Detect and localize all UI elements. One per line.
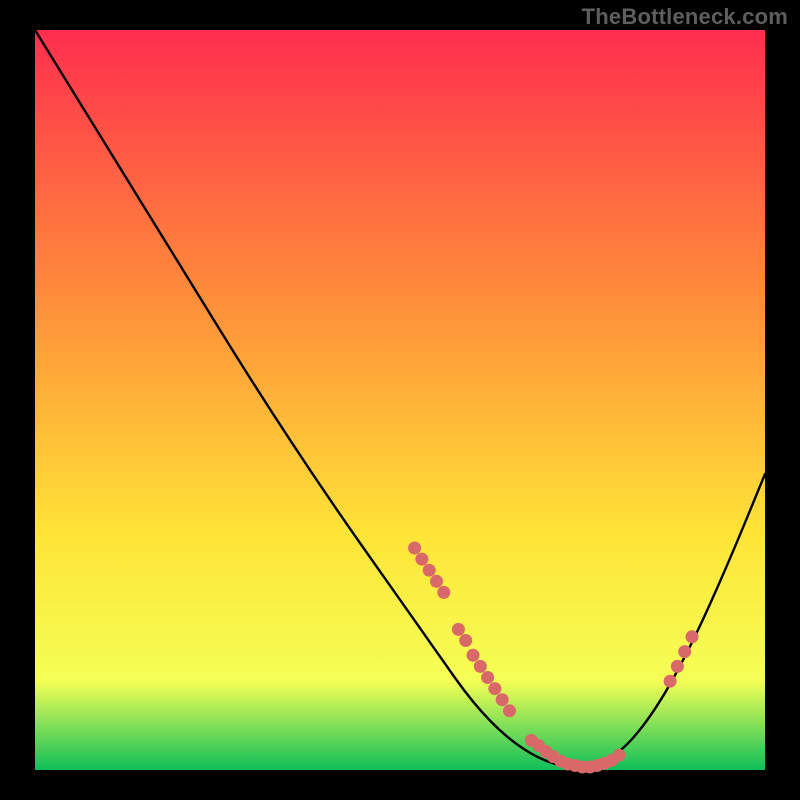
data-point — [408, 542, 421, 555]
data-point — [452, 623, 465, 636]
watermark-label: TheBottleneck.com — [582, 4, 788, 30]
data-point — [474, 660, 487, 673]
data-point — [415, 553, 428, 566]
chart-container: TheBottleneck.com — [0, 0, 800, 800]
gradient-plot-area — [35, 30, 765, 770]
data-point — [430, 575, 443, 588]
bottleneck-curve-chart — [0, 0, 800, 800]
data-point — [437, 586, 450, 599]
data-point — [467, 649, 480, 662]
data-point — [686, 630, 699, 643]
data-point — [423, 564, 436, 577]
data-point — [488, 682, 501, 695]
data-point — [671, 660, 684, 673]
data-point — [613, 749, 626, 762]
data-point — [481, 671, 494, 684]
data-point — [503, 704, 516, 717]
data-point — [496, 693, 509, 706]
data-point — [664, 675, 677, 688]
data-point — [678, 645, 691, 658]
data-point — [459, 634, 472, 647]
